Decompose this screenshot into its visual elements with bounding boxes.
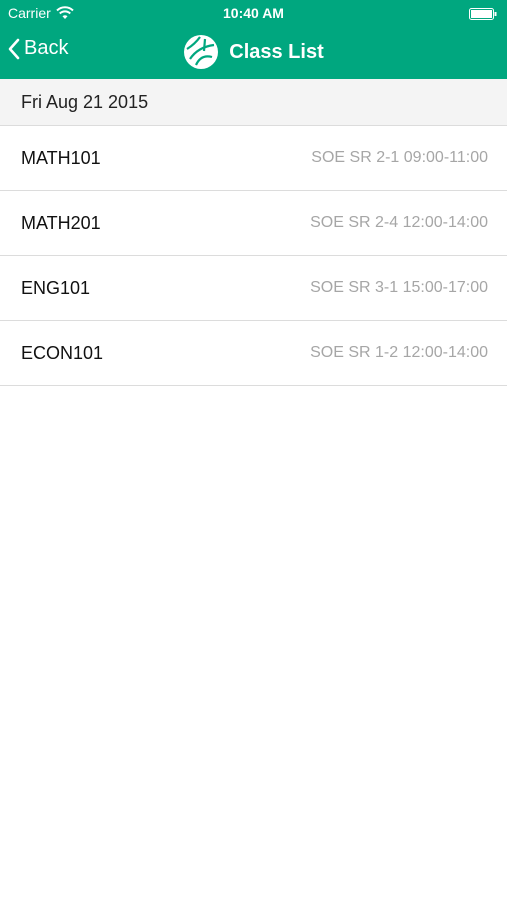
class-name: ENG101 xyxy=(21,277,91,298)
section-date: Fri Aug 21 2015 xyxy=(21,91,149,112)
class-list: MATH101 SOE SR 2-1 09:00-11:00 MATH201 S… xyxy=(0,126,507,386)
page-title: Class List xyxy=(229,40,324,63)
title-group: Class List xyxy=(0,34,507,70)
top-bar: Carrier 10:40 AM Back Class List xyxy=(0,0,507,79)
class-detail: SOE SR 1-2 12:00-14:00 xyxy=(310,344,488,361)
date-section-header: Fri Aug 21 2015 xyxy=(0,79,507,126)
class-row-math101[interactable]: MATH101 SOE SR 2-1 09:00-11:00 xyxy=(0,126,507,191)
class-detail: SOE SR 2-4 12:00-14:00 xyxy=(310,214,488,231)
school-logo-icon xyxy=(184,35,219,69)
class-detail: SOE SR 3-1 15:00-17:00 xyxy=(310,279,488,296)
class-name: MATH101 xyxy=(21,147,101,168)
status-time: 10:40 AM xyxy=(223,5,284,21)
class-name: MATH201 xyxy=(21,212,101,233)
class-row-econ101[interactable]: ECON101 SOE SR 1-2 12:00-14:00 xyxy=(0,321,507,386)
class-name: ECON101 xyxy=(21,342,104,363)
class-row-math201[interactable]: MATH201 SOE SR 2-4 12:00-14:00 xyxy=(0,191,507,256)
battery-icon xyxy=(469,8,497,20)
class-detail: SOE SR 2-1 09:00-11:00 xyxy=(311,149,488,166)
navigation-bar: Back Class List xyxy=(0,28,507,79)
class-list-screen: Carrier 10:40 AM Back Class List Fri Aug… xyxy=(0,0,507,900)
class-row-eng101[interactable]: ENG101 SOE SR 3-1 15:00-17:00 xyxy=(0,256,507,321)
status-bar: Carrier 10:40 AM xyxy=(0,0,507,28)
